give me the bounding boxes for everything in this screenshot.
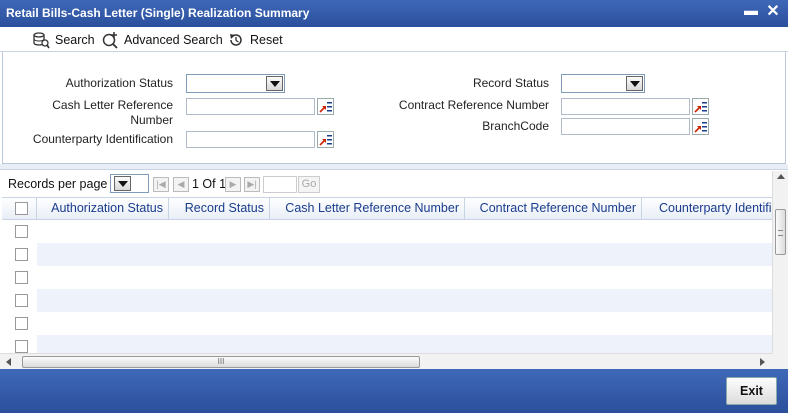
row-checkbox[interactable] — [15, 294, 28, 307]
row-data — [37, 312, 772, 335]
counterparty-label: Counterparty Identification — [32, 132, 173, 146]
search-label: Search — [55, 33, 95, 47]
row-data — [37, 220, 772, 243]
scroll-up-icon[interactable] — [777, 174, 785, 179]
goto-page-input[interactable] — [263, 176, 297, 193]
go-button[interactable]: Go — [298, 176, 320, 193]
advanced-search-button[interactable]: Advanced Search — [101, 31, 223, 49]
select-all-cell — [2, 198, 37, 220]
vertical-scrollbar[interactable] — [772, 171, 788, 353]
grid-header: Authorization Status Record Status Cash … — [2, 197, 772, 220]
cash-letter-ref-lov-icon[interactable] — [317, 98, 334, 115]
last-page-icon[interactable]: ▶| — [244, 177, 260, 192]
row-data — [37, 266, 772, 289]
footer-bar: Exit — [0, 369, 788, 413]
advanced-search-label: Advanced Search — [124, 33, 223, 47]
vertical-scroll-thumb[interactable] — [775, 209, 786, 255]
table-row[interactable] — [2, 289, 772, 312]
col-cash-letter-ref[interactable]: Cash Letter Reference Number — [270, 198, 465, 220]
table-row[interactable] — [2, 243, 772, 266]
toolbar: Search Advanced Search Reset — [0, 27, 788, 52]
horizontal-scrollbar[interactable]: III — [0, 353, 772, 369]
search-button[interactable]: Search — [32, 31, 95, 49]
cash-letter-ref-input[interactable] — [186, 98, 315, 115]
reset-label: Reset — [250, 33, 283, 47]
close-icon[interactable]: ✕ — [764, 1, 782, 20]
pagination-bar: Records per page 15 |◀ ◀ 1 Of 1 ▶ ▶| Go — [0, 171, 772, 197]
chevron-down-icon — [114, 176, 131, 191]
row-checkbox[interactable] — [15, 317, 28, 330]
branch-code-input[interactable] — [561, 118, 690, 135]
row-checkbox[interactable] — [15, 271, 28, 284]
row-checkbox[interactable] — [15, 248, 28, 261]
contract-ref-input[interactable] — [561, 98, 690, 115]
record-status-select[interactable] — [561, 74, 645, 93]
search-icon — [32, 31, 50, 49]
page-info: 1 Of 1 — [192, 177, 227, 191]
window-title: Retail Bills-Cash Letter (Single) Realiz… — [6, 6, 310, 20]
previous-page-icon[interactable]: ◀ — [173, 177, 189, 192]
branch-code-lov-icon[interactable] — [692, 118, 709, 135]
authorization-status-label: Authorization Status — [65, 76, 173, 90]
reset-icon — [227, 31, 245, 49]
chevron-down-icon — [266, 76, 283, 91]
contract-ref-lov-icon[interactable] — [692, 98, 709, 115]
col-counterparty[interactable]: Counterparty Identification — [642, 198, 772, 220]
row-data — [37, 243, 772, 266]
reset-button[interactable]: Reset — [227, 31, 283, 49]
minimize-icon[interactable]: ▬ — [742, 2, 760, 20]
row-checkbox[interactable] — [15, 225, 28, 238]
scroll-left-icon[interactable] — [6, 358, 11, 366]
records-per-page-select[interactable]: 15 — [110, 174, 149, 193]
col-contract-ref[interactable]: Contract Reference Number — [465, 198, 642, 220]
first-page-icon[interactable]: |◀ — [153, 177, 169, 192]
contract-ref-label: Contract Reference Number — [398, 98, 549, 112]
table-row[interactable] — [2, 335, 772, 353]
cash-letter-ref-label: Cash Letter Reference Number — [52, 98, 173, 127]
counterparty-input[interactable] — [186, 131, 315, 148]
scroll-right-icon[interactable] — [760, 358, 765, 366]
select-all-checkbox[interactable] — [15, 202, 28, 215]
next-page-icon[interactable]: ▶ — [225, 177, 241, 192]
table-row[interactable] — [2, 266, 772, 289]
section-divider — [0, 164, 788, 170]
horizontal-scroll-thumb[interactable]: III — [22, 356, 420, 368]
branch-code-label: BranchCode — [482, 119, 549, 133]
results-grid: Authorization Status Record Status Cash … — [2, 197, 772, 353]
title-bar: Retail Bills-Cash Letter (Single) Realiz… — [0, 0, 788, 27]
col-authorization-status[interactable]: Authorization Status — [37, 198, 169, 220]
table-row[interactable] — [2, 312, 772, 335]
exit-button[interactable]: Exit — [726, 377, 777, 405]
search-form: Authorization Status Cash Letter Referen… — [2, 52, 786, 164]
scroll-corner — [772, 353, 788, 369]
table-row[interactable] — [2, 220, 772, 243]
counterparty-lov-icon[interactable] — [317, 131, 334, 148]
chevron-down-icon — [626, 76, 643, 91]
col-record-status[interactable]: Record Status — [169, 198, 270, 220]
record-status-label: Record Status — [472, 76, 549, 90]
row-data — [37, 335, 772, 353]
advanced-search-icon — [101, 31, 119, 49]
row-data — [37, 289, 772, 312]
row-checkbox[interactable] — [15, 340, 28, 353]
records-per-page-label: Records per page — [8, 177, 108, 191]
authorization-status-select[interactable] — [186, 74, 285, 93]
